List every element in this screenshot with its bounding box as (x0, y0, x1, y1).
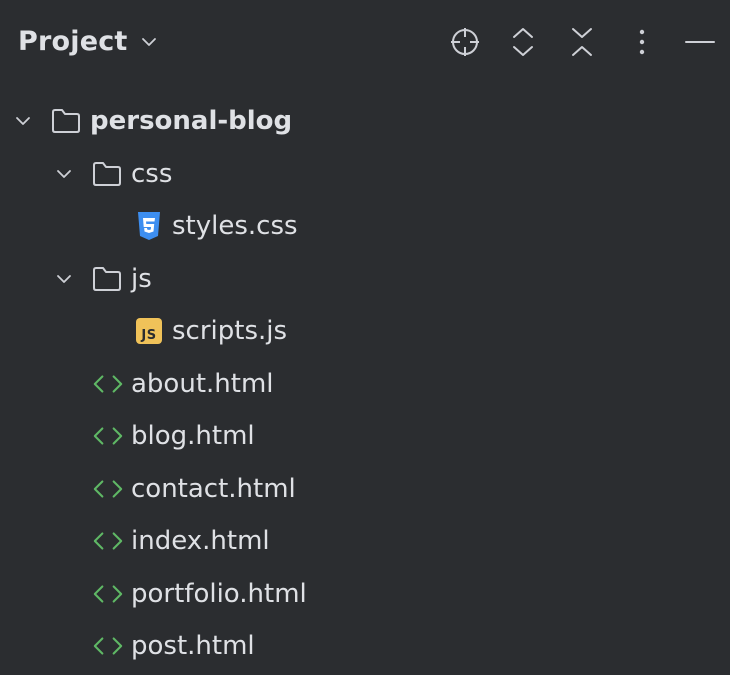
folder-icon (91, 263, 123, 295)
tree-node-label: contact.html (131, 473, 296, 504)
tree-node-html-file[interactable]: contact.html (0, 463, 730, 516)
tree-node-personal-blog[interactable]: personal-blog (0, 95, 730, 148)
tree-node-html-file[interactable]: about.html (0, 358, 730, 411)
tree-node-label: scripts.js (172, 316, 288, 347)
chevron-down-icon[interactable] (54, 164, 74, 184)
chevron-down-icon (140, 33, 158, 51)
minimize-icon[interactable] (680, 22, 720, 62)
html-file-icon (92, 420, 124, 452)
tree-node-label: blog.html (131, 421, 255, 452)
html-file-icon (92, 368, 124, 400)
tree-node-html-file[interactable]: post.html (0, 620, 730, 673)
tree-node-label: index.html (131, 526, 270, 557)
collapse-all-icon[interactable] (562, 22, 602, 62)
tree-node-label: css (131, 158, 173, 189)
tree-node-label: styles.css (172, 211, 298, 242)
html-file-icon (92, 630, 124, 662)
expand-all-icon[interactable] (503, 22, 543, 62)
js-file-icon: JS (133, 315, 165, 347)
tree-node-label: portfolio.html (131, 578, 307, 609)
html-file-icon (92, 525, 124, 557)
more-options-icon[interactable] (622, 22, 662, 62)
tree-node-html-file[interactable]: blog.html (0, 410, 730, 463)
tree-node-label: js (131, 263, 152, 294)
tool-window-header: Project (0, 0, 730, 88)
chevron-down-icon[interactable] (13, 111, 33, 131)
folder-icon (50, 105, 82, 137)
js-badge-text: JS (141, 328, 157, 344)
folder-icon (91, 158, 123, 190)
tree-node-js[interactable]: js (0, 253, 730, 306)
tree-node-html-file[interactable]: index.html (0, 515, 730, 568)
chevron-down-icon[interactable] (54, 269, 74, 289)
project-view-selector[interactable]: Project (18, 26, 158, 57)
tree-node-label: personal-blog (90, 106, 293, 137)
css-file-icon (133, 210, 165, 242)
project-title: Project (18, 26, 128, 57)
html-file-icon (92, 473, 124, 505)
tree-node-label: post.html (131, 631, 255, 662)
tree-node-label: about.html (131, 368, 274, 399)
project-tool-window: Project personal-blog css styles.css js … (0, 0, 730, 675)
tree-node-html-file[interactable]: portfolio.html (0, 568, 730, 621)
html-file-icon (92, 578, 124, 610)
project-tree: personal-blog css styles.css js JS scrip… (0, 95, 730, 673)
tree-node-css[interactable]: css (0, 148, 730, 201)
tree-node-scripts-js[interactable]: JS scripts.js (0, 305, 730, 358)
locate-icon[interactable] (445, 22, 485, 62)
tree-node-styles-css[interactable]: styles.css (0, 200, 730, 253)
